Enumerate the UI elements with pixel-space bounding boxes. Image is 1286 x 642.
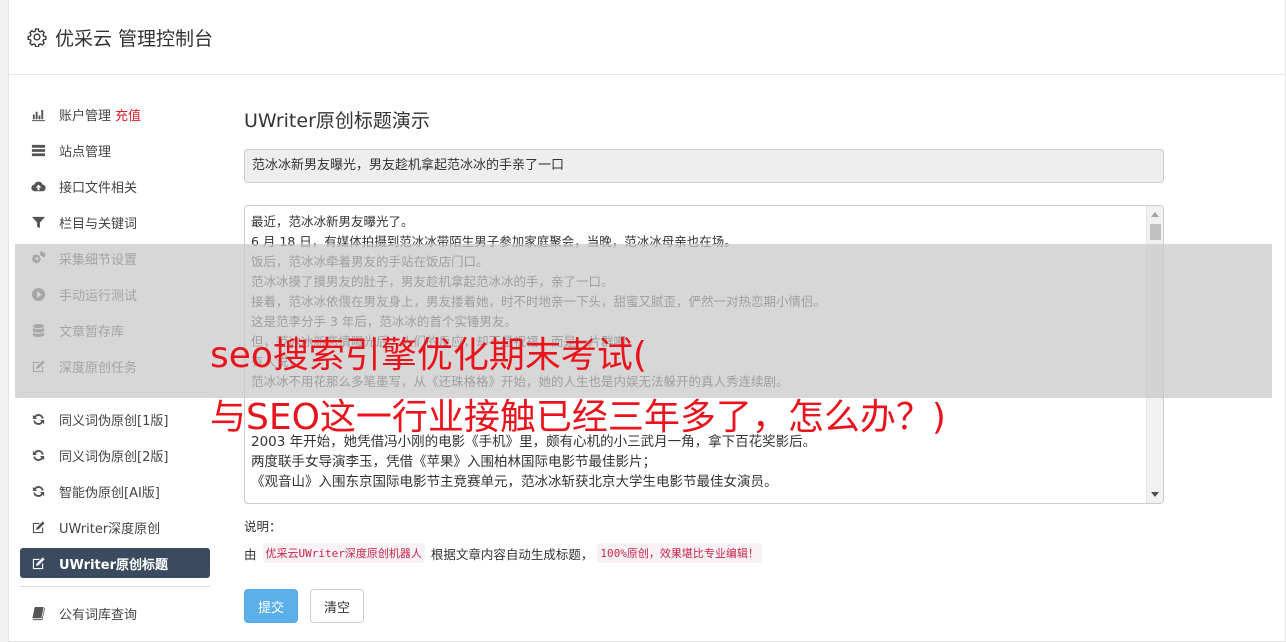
nav-columns-keywords[interactable]: 栏目与关键词 <box>20 204 210 240</box>
sidebar-item-label: 栏目与关键词 <box>59 216 138 232</box>
robot-name-highlight: 优采云UWriter深度原创机器人 <box>262 543 425 563</box>
recharge-link[interactable]: 充值 <box>115 105 141 124</box>
notes-description: 由 优采云UWriter深度原创机器人 根据文章内容自动生成标题， 100%原创… <box>244 543 1164 563</box>
nav-synonym-2[interactable]: 同义词伪原创[2版] <box>20 437 210 473</box>
sidebar-item-label: 公有词库查询 <box>59 607 138 623</box>
edit-icon <box>30 555 46 571</box>
original-claim-highlight: 100%原创，效果堪比专业编辑！ <box>597 543 762 563</box>
sidebar-item-label: 账户管理 <box>59 108 112 124</box>
nav-sites[interactable]: 站点管理 <box>20 132 210 168</box>
scroll-up-icon[interactable] <box>1151 212 1159 217</box>
nav-public-thesaurus[interactable]: 公有词库查询 <box>20 595 210 631</box>
clear-button[interactable]: 清空 <box>310 589 364 623</box>
edit-icon <box>30 519 46 535</box>
cloud-upload-icon <box>30 178 46 194</box>
header: 优采云 管理控制台 <box>9 0 1285 75</box>
sidebar-item-label: UWriter深度原创 <box>59 521 161 537</box>
gear-icon <box>27 28 47 47</box>
sidebar-item-label: UWriter原创标题 <box>59 557 168 573</box>
nav-uwriter-title[interactable]: UWriter原创标题 <box>20 548 210 578</box>
sidebar-item-label: 站点管理 <box>59 144 112 160</box>
book-icon <box>30 605 46 621</box>
sidebar-item-label: 同义词伪原创[1版] <box>59 413 169 429</box>
page-header-title: 优采云 管理控制台 <box>55 27 214 50</box>
notes-label: 说明： <box>244 519 282 534</box>
filter-icon <box>30 214 46 230</box>
nav-synonym-1[interactable]: 同义词伪原创[1版] <box>20 401 210 437</box>
content-line: 两度联手女导演李玉，凭借《苹果》入围柏林国际电影节最佳影片； <box>251 454 656 470</box>
sidebar-item-label: 同义词伪原创[2版] <box>59 449 169 465</box>
form-buttons: 提交 清空 <box>244 589 1164 623</box>
refresh-icon <box>30 447 46 463</box>
sidebar-item-label: 智能伪原创[AI版] <box>59 485 160 501</box>
watermark-line-2: 与SEO这一行业接触已经三年多了，怎么办？) <box>210 397 946 438</box>
refresh-icon <box>30 483 46 499</box>
refresh-icon <box>30 411 46 427</box>
notes-middle: 根据文章内容自动生成标题， <box>430 546 594 562</box>
nav-uwriter-deep[interactable]: UWriter深度原创 <box>20 509 210 545</box>
bar-chart-icon <box>30 106 46 122</box>
server-icon <box>30 142 46 158</box>
scroll-thumb[interactable] <box>1150 224 1161 240</box>
scroll-down-icon[interactable] <box>1151 492 1159 497</box>
nav-api-files[interactable]: 接口文件相关 <box>20 168 210 204</box>
sidebar-item-label: 接口文件相关 <box>59 180 138 196</box>
content-line: 最近，范冰冰新男友曝光了。 <box>251 214 414 229</box>
notes: 说明： 由 优采云UWriter深度原创机器人 根据文章内容自动生成标题， 10… <box>244 516 1164 563</box>
submit-button[interactable]: 提交 <box>244 589 298 623</box>
content-line: 《观音山》入围东京国际电影节主竞赛单元，范冰冰斩获北京大学生电影节最佳女演员。 <box>251 474 778 490</box>
nav-account[interactable]: 账户管理 充值 <box>20 96 210 132</box>
generated-title-field[interactable]: 范冰冰新男友曝光，男友趁机拿起范冰冰的手亲了一口 <box>244 149 1164 183</box>
page-title: UWriter原创标题演示 <box>244 110 430 132</box>
watermark-line-1: seo搜索引擎优化期末考试( <box>210 335 647 376</box>
notes-prefix: 由 <box>244 546 257 562</box>
sidebar-divider <box>20 586 210 587</box>
nav-ai-pseudo[interactable]: 智能伪原创[AI版] <box>20 473 210 509</box>
